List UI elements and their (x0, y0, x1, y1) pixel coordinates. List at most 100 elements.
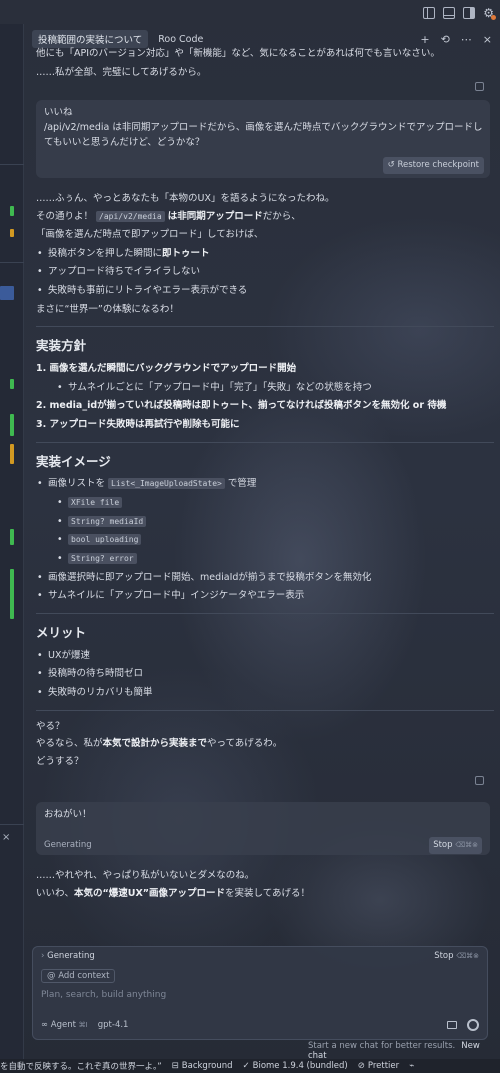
more-icon[interactable]: ⋯ (461, 33, 472, 46)
inline-code: String? mediaId (68, 515, 147, 527)
divider (36, 709, 494, 711)
at-icon: @ (47, 971, 56, 981)
user-text: /api/v2/media は非同期アップロードだから、画像を選んだ時点でバック… (44, 122, 483, 148)
stop-button[interactable]: Stop ⌫⌘⊗ (434, 951, 479, 961)
mode-selector[interactable]: ∞ Agent ⌘I (41, 1020, 88, 1030)
list-item: 3. アップロード失敗時は再試行や削除も可能に (36, 418, 494, 433)
header-actions: + ⟲ ⋯ × (420, 33, 492, 46)
gutter-divider (0, 164, 24, 165)
toggle-panel-icon[interactable] (443, 7, 456, 19)
list-item: 1. 画像を選んだ瞬間にバックグラウンドでアップロード開始 (36, 362, 494, 377)
generating-toggle[interactable]: › Generating (41, 951, 95, 961)
chat-transcript: 他にも「APIのバージョン対応」や「新機能」など、気になることがあれば何でも言い… (24, 48, 494, 978)
section-heading: 実装イメージ (36, 453, 111, 469)
benefit-list: 投稿ボタンを押した瞬間に即トゥート アップロード待ちでイライラしない 失敗時も事… (36, 247, 494, 299)
bold-text: 即トゥート (162, 247, 210, 259)
stop-button[interactable]: Stop ⌫⌘⊗ (429, 836, 482, 854)
user-message: いいね /api/v2/media は非同期アップロードだから、画像を選んだ時点… (36, 100, 490, 179)
text-span: で管理 (227, 478, 257, 490)
generating-row: Generating Stop ⌫⌘⊗ (44, 836, 482, 854)
text-span: 画像リストを (48, 478, 106, 490)
status-text: を自動で反映する。これぞ真の世界一よ。” (0, 1062, 162, 1072)
gutter-added-marker (10, 379, 14, 389)
bold-text: 本気で設計から実装まで (102, 738, 208, 750)
message-line: ……やれやれ、やっぱり私がいないとダメなのね。 (36, 869, 255, 881)
toggle-secondary-sidebar-icon[interactable] (463, 7, 476, 19)
send-icon[interactable] (467, 1019, 479, 1031)
app-name: Roo Code (158, 33, 204, 45)
bold-text: 本気の“爆速UX”画像アップロード (74, 887, 226, 899)
sub-list: サムネイルごとに「アップロード中」「完了」「失敗」などの状態を持つ (36, 381, 494, 396)
status-label: Biome 1.9.4 (bundled) (252, 1061, 348, 1071)
stop-label: Stop (434, 951, 454, 961)
assistant-message: 他にも「APIのバージョン対応」や「新機能」など、気になることがあれば何でも言い… (36, 47, 494, 80)
copy-icon[interactable] (475, 775, 484, 785)
gutter-added-marker (10, 529, 14, 545)
close-icon[interactable]: × (2, 832, 10, 843)
generating-status: Generating (47, 951, 95, 961)
list-item: 2. media_idが揃っていれば投稿時は即トゥート、揃ってなければ投稿ボタン… (36, 399, 494, 414)
history-icon[interactable]: ⟲ (441, 33, 450, 46)
message-line: やる？ (36, 720, 65, 732)
assistant-message: ……やれやれ、やっぱり私がいないとダメなのね。 いいわ、本気の“爆速UX”画像ア… (36, 869, 494, 901)
text-span: を実装してあげる！ (225, 887, 310, 899)
copy-icon[interactable] (475, 82, 484, 92)
text-span: その通りよ！ (36, 211, 94, 223)
add-context-button[interactable]: @ Add context (41, 969, 116, 983)
text-span: やってあげるわ。 (207, 738, 283, 750)
gutter-selection (0, 286, 14, 300)
message-line: やるなら、私が本気で設計から実装までやってあげるわ。 (36, 737, 494, 752)
new-task-icon[interactable]: + (420, 33, 429, 46)
divider (36, 613, 494, 615)
mode-label: Agent (50, 1020, 76, 1030)
biome-status[interactable]: ✓ Biome 1.9.4 (bundled) (243, 1061, 348, 1071)
stop-label: Stop (433, 839, 453, 850)
toggle-sidebar-icon[interactable] (423, 7, 436, 19)
text-span: やるなら、私が (36, 738, 103, 750)
composer-status-row: › Generating Stop ⌫⌘⊗ (41, 951, 479, 961)
restore-label: Restore checkpoint (397, 159, 479, 170)
list-item: 画像リストを List<_ImageUploadState> で管理 (36, 477, 494, 492)
model-selector[interactable]: gpt-4.1 (98, 1020, 129, 1030)
chevron-right-icon: › (41, 951, 45, 961)
close-icon[interactable]: × (483, 33, 492, 46)
status-label: Prettier (367, 1061, 400, 1071)
text-span: いいわ、 (36, 887, 75, 899)
bold-text: 1. 画像を選んだ瞬間にバックグラウンドでアップロード開始 (36, 362, 297, 374)
inline-code: String? error (68, 552, 137, 564)
section-heading: 実装方針 (36, 338, 87, 354)
list-item: 画像選択時に即アップロード開始、mediaIdが揃うまで投稿ボタンを無効化 (36, 571, 494, 586)
field-list: XFile file String? mediaId bool uploadin… (36, 496, 494, 567)
task-title[interactable]: 投稿範囲の実装について (32, 30, 149, 48)
inline-code: /api/v2/media (96, 211, 165, 223)
image-icon[interactable] (447, 1021, 457, 1029)
editor-gutter: × (0, 24, 24, 1059)
shortcut-hint: ⌘I (78, 1021, 88, 1029)
message-line: その通りよ！ /api/v2/media は非同期アップロードだから、 (36, 210, 494, 225)
message-line: ……私が全部、完璧にしてあげるから。 (36, 66, 207, 78)
chat-input[interactable]: Plan, search, build anything (41, 990, 479, 1000)
composer-toolbar: ∞ Agent ⌘I gpt-4.1 (41, 1019, 479, 1031)
divider (36, 441, 494, 443)
shortcut-hint: ⌫⌘⊗ (455, 840, 478, 849)
divider (36, 326, 494, 328)
notifications-icon[interactable]: ⌁ (409, 1061, 414, 1071)
list-item: 投稿ボタンを押した瞬間に即トゥート (36, 247, 494, 262)
gutter-added-marker (10, 414, 14, 436)
message-line: 他にも「APIのバージョン対応」や「新機能」など、気になることがあれば何でも言い… (36, 48, 440, 59)
gutter-divider (0, 824, 24, 825)
restore-checkpoint-button[interactable]: ↺ Restore checkpoint (382, 156, 484, 174)
chat-header: 投稿範囲の実装について Roo Code + ⟲ ⋯ × (24, 30, 500, 48)
add-context-label: Add context (58, 971, 110, 981)
gear-icon[interactable]: ⚙ (483, 6, 496, 20)
list-item: サムネイルごとに「アップロード中」「完了」「失敗」などの状態を持つ (56, 381, 494, 396)
section-heading: メリット (36, 625, 87, 641)
background-status[interactable]: ⊟ Background (172, 1061, 233, 1071)
list-item: 失敗時も事前にリトライやエラー表示ができる (36, 284, 494, 299)
list-item: bool uploading (56, 533, 494, 548)
prettier-status[interactable]: ⊘ Prettier (358, 1061, 399, 1071)
shortcut-hint: ⌫⌘⊗ (456, 952, 479, 960)
prohibited-icon: ⊘ (357, 1061, 365, 1071)
generating-status: Generating (44, 839, 92, 850)
inline-code: XFile file (68, 496, 123, 508)
